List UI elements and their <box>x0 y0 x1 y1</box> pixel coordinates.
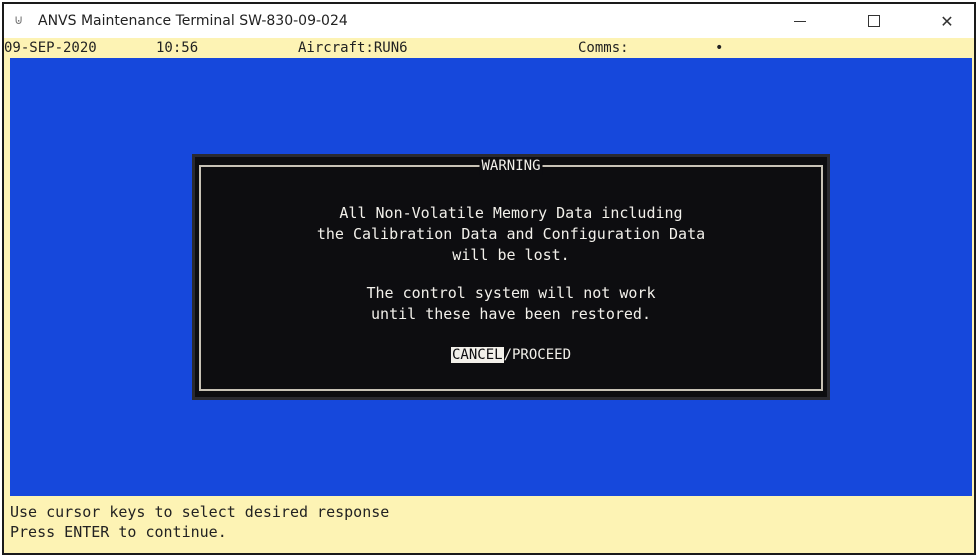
warning-message: All Non-Volatile Memory Data including t… <box>316 204 706 264</box>
terminal-window: ⊍ ANVS Maintenance Terminal SW-830-09-02… <box>2 2 976 555</box>
help-line-enter: Press ENTER to continue. <box>10 523 227 541</box>
option-separator: / <box>503 347 512 363</box>
comms-indicator: • <box>715 40 724 56</box>
dialog-title: WARNING <box>479 157 543 175</box>
response-options: CANCEL/PROCEED <box>201 345 821 365</box>
close-icon: ✕ <box>940 11 954 31</box>
cancel-option[interactable]: CANCEL <box>450 347 504 363</box>
window-title: ANVS Maintenance Terminal SW-830-09-024 <box>38 13 348 29</box>
title-bar[interactable]: ⊍ ANVS Maintenance Terminal SW-830-09-02… <box>4 4 974 38</box>
help-line-cursor: Use cursor keys to select desired respon… <box>10 503 390 521</box>
terminal-app-icon: ⊍ <box>14 13 24 28</box>
status-bar: 09-SEP-2020 10:56 Aircraft:RUN6 Comms: • <box>4 38 974 58</box>
close-button[interactable]: ✕ <box>924 4 970 38</box>
dialog-frame: WARNING All Non-Volatile Memory Data inc… <box>199 157 823 391</box>
maximize-icon <box>868 15 880 27</box>
proceed-option[interactable]: PROCEED <box>512 347 571 363</box>
maximize-button[interactable] <box>851 4 897 38</box>
minimize-icon <box>794 20 806 22</box>
status-date: 09-SEP-2020 <box>4 40 97 56</box>
warning-consequence: The control system will not work until t… <box>366 284 656 323</box>
status-aircraft: Aircraft:RUN6 <box>298 40 408 56</box>
warning-dialog: WARNING All Non-Volatile Memory Data inc… <box>192 154 830 400</box>
status-time: 10:56 <box>156 40 199 56</box>
terminal-screen: WARNING All Non-Volatile Memory Data inc… <box>10 58 972 496</box>
minimize-button[interactable] <box>777 4 823 38</box>
status-comms-label: Comms: <box>578 40 629 56</box>
help-footer: Use cursor keys to select desired respon… <box>4 496 974 553</box>
